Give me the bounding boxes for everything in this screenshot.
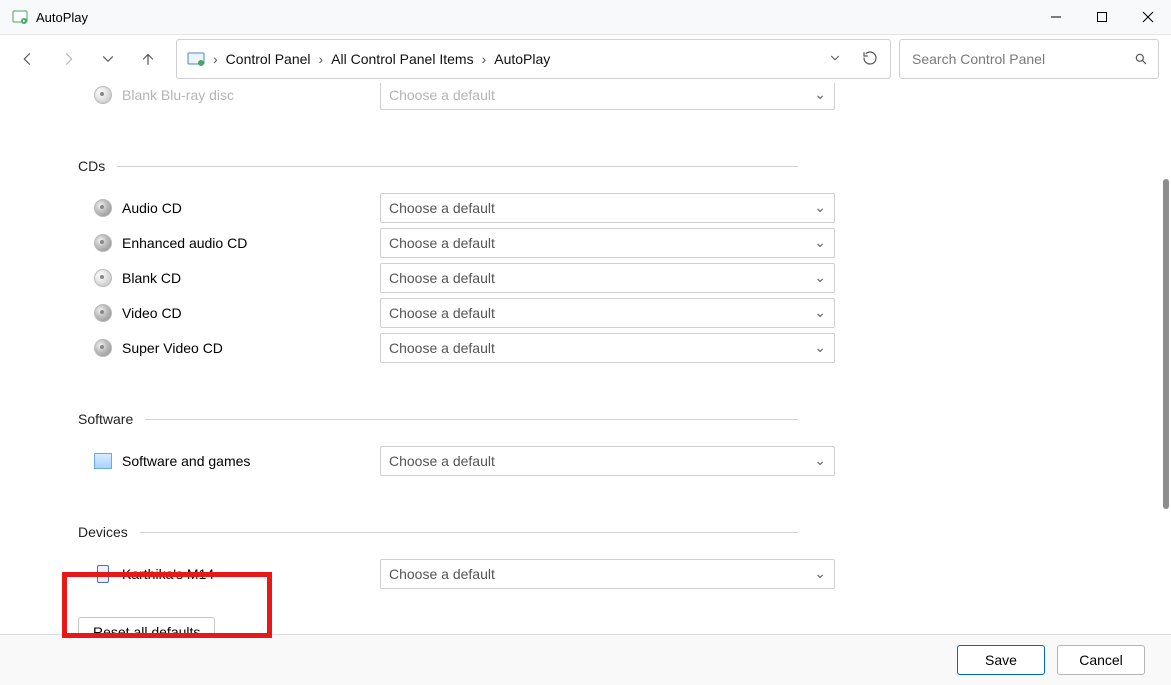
media-row-super-video-cd: Super Video CD Choose a default⌄ [94, 330, 1171, 365]
section-devices: Devices Karthika's M14 Choose a default⌄… [78, 524, 1171, 634]
default-dropdown[interactable]: Choose a default⌄ [380, 263, 835, 293]
footer: Save Cancel [0, 634, 1171, 685]
autoplay-app-icon [12, 9, 28, 25]
chevron-down-icon: ⌄ [814, 86, 826, 103]
media-label: Software and games [122, 453, 380, 469]
maximize-button[interactable] [1079, 0, 1125, 34]
chevron-down-icon: ⌄ [814, 304, 826, 321]
content-area: Blank Blu-ray disc Choose a default ⌄ CD… [0, 83, 1171, 634]
media-label: Super Video CD [122, 340, 380, 356]
titlebar: AutoPlay [0, 0, 1171, 35]
back-button[interactable] [12, 43, 44, 75]
software-icon [94, 452, 112, 470]
disc-icon [94, 269, 112, 287]
section-title: CDs [78, 158, 105, 174]
section-software: Software Software and games Choose a def… [78, 411, 1171, 478]
chevron-down-icon: ⌄ [814, 234, 826, 251]
default-dropdown[interactable]: Choose a default⌄ [380, 228, 835, 258]
address-bar[interactable]: › Control Panel › All Control Panel Item… [176, 39, 891, 79]
recent-dropdown[interactable] [92, 43, 124, 75]
divider [145, 419, 798, 420]
media-label: Karthika's M14 [122, 566, 380, 582]
chevron-down-icon: ⌄ [814, 269, 826, 286]
search-icon[interactable] [1134, 52, 1148, 66]
chevron-down-icon: ⌄ [814, 565, 826, 582]
section-cds: CDs Audio CD Choose a default⌄ Enhanced … [78, 158, 1171, 365]
default-dropdown[interactable]: Choose a default⌄ [380, 298, 835, 328]
scrollbar-track[interactable] [1157, 83, 1171, 634]
section-title: Software [78, 411, 133, 427]
media-label: Enhanced audio CD [122, 235, 380, 251]
media-row-software-games: Software and games Choose a default⌄ [94, 443, 1171, 478]
breadcrumb-root[interactable]: Control Panel [220, 47, 317, 71]
section-title: Devices [78, 524, 128, 540]
chevron-right-icon: › [211, 51, 220, 67]
breadcrumb-leaf[interactable]: AutoPlay [488, 47, 556, 71]
media-label: Blank CD [122, 270, 380, 286]
default-dropdown[interactable]: Choose a default⌄ [380, 333, 835, 363]
minimize-button[interactable] [1033, 0, 1079, 34]
media-row-blank-bluray: Blank Blu-ray disc Choose a default ⌄ [78, 83, 1171, 112]
disc-icon [94, 234, 112, 252]
cancel-button[interactable]: Cancel [1057, 645, 1145, 675]
chevron-right-icon: › [317, 51, 326, 67]
save-button[interactable]: Save [957, 645, 1045, 675]
address-dropdown-icon[interactable] [828, 51, 842, 68]
chevron-down-icon: ⌄ [814, 452, 826, 469]
control-panel-icon [187, 50, 205, 68]
phone-icon [94, 565, 112, 583]
media-row-blank-cd: Blank CD Choose a default⌄ [94, 260, 1171, 295]
up-button[interactable] [132, 43, 164, 75]
media-row-device: Karthika's M14 Choose a default⌄ [94, 556, 1171, 591]
disc-icon [94, 86, 112, 104]
media-label: Video CD [122, 305, 380, 321]
search-input[interactable] [910, 50, 1134, 68]
refresh-icon[interactable] [862, 50, 878, 69]
media-label: Audio CD [122, 200, 380, 216]
navigation-bar: › Control Panel › All Control Panel Item… [0, 35, 1171, 83]
media-row-audio-cd: Audio CD Choose a default⌄ [94, 190, 1171, 225]
media-row-enhanced-audio-cd: Enhanced audio CD Choose a default⌄ [94, 225, 1171, 260]
chevron-right-icon: › [480, 51, 489, 67]
media-row-video-cd: Video CD Choose a default⌄ [94, 295, 1171, 330]
search-box[interactable] [899, 39, 1159, 79]
disc-icon [94, 304, 112, 322]
chevron-down-icon: ⌄ [814, 339, 826, 356]
close-button[interactable] [1125, 0, 1171, 34]
forward-button[interactable] [52, 43, 84, 75]
scrollbar-thumb[interactable] [1163, 179, 1169, 509]
reset-defaults-button[interactable]: Reset all defaults [78, 617, 215, 634]
disc-icon [94, 339, 112, 357]
default-dropdown[interactable]: Choose a default⌄ [380, 559, 835, 589]
chevron-down-icon: ⌄ [814, 199, 826, 216]
divider [140, 532, 798, 533]
media-label: Blank Blu-ray disc [122, 87, 380, 103]
breadcrumb-mid[interactable]: All Control Panel Items [325, 47, 479, 71]
window-title: AutoPlay [36, 10, 88, 25]
default-dropdown[interactable]: Choose a default⌄ [380, 446, 835, 476]
default-dropdown[interactable]: Choose a default ⌄ [380, 83, 835, 110]
disc-icon [94, 199, 112, 217]
divider [117, 166, 798, 167]
default-dropdown[interactable]: Choose a default⌄ [380, 193, 835, 223]
